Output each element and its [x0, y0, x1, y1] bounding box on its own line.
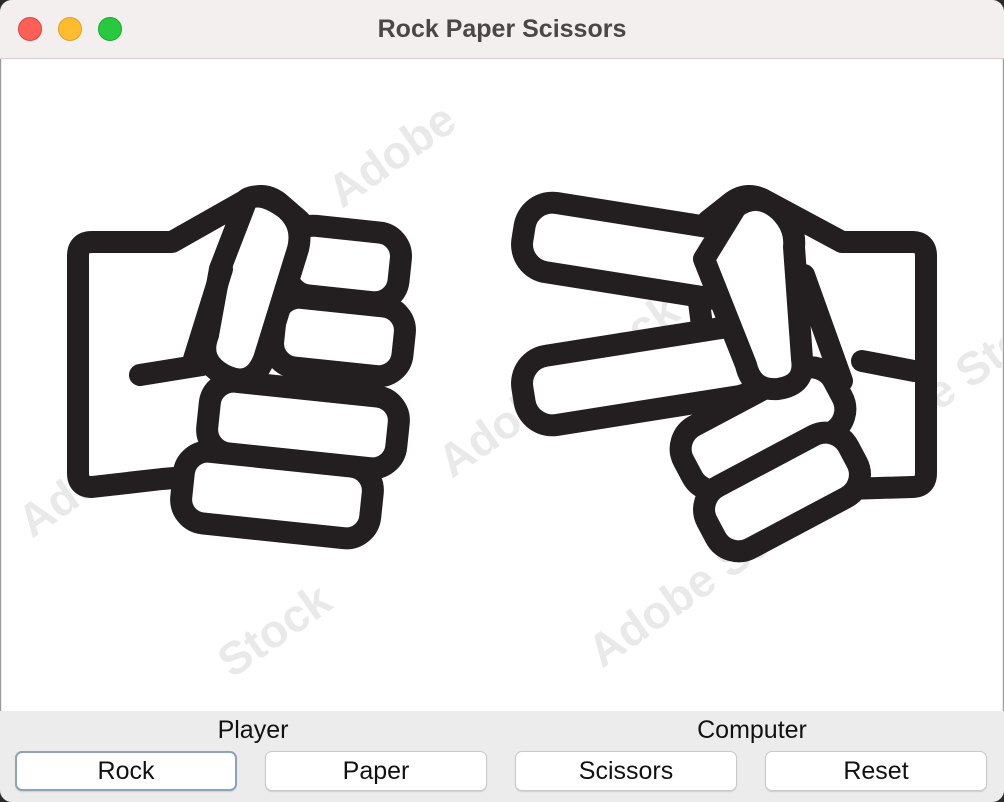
scissors-hand-icon [511, 185, 937, 563]
reset-button[interactable]: Reset [765, 751, 987, 791]
hands-illustration: Adobe Adobe Stock Adobe Stock Adobe Stoc… [8, 93, 1002, 688]
scissors-button[interactable]: Scissors [515, 751, 737, 791]
paper-button[interactable]: Paper [265, 751, 487, 791]
rock-button[interactable]: Rock [15, 751, 237, 791]
title-bar: Rock Paper Scissors [0, 0, 1004, 59]
app-window: Rock Paper Scissors Adobe Adobe Stock Ad… [0, 0, 1004, 802]
controls-panel: Player Computer Rock Paper Scissors Rese… [0, 711, 1004, 802]
window-title: Rock Paper Scissors [377, 15, 627, 43]
svg-text:Stock: Stock [208, 573, 341, 688]
svg-text:Adobe: Adobe [318, 93, 465, 218]
rock-fist-icon [67, 185, 416, 550]
hands-image-panel: Adobe Adobe Stock Adobe Stock Adobe Stoc… [2, 59, 1002, 711]
player-label: Player [217, 716, 289, 744]
computer-label: Computer [697, 716, 807, 744]
